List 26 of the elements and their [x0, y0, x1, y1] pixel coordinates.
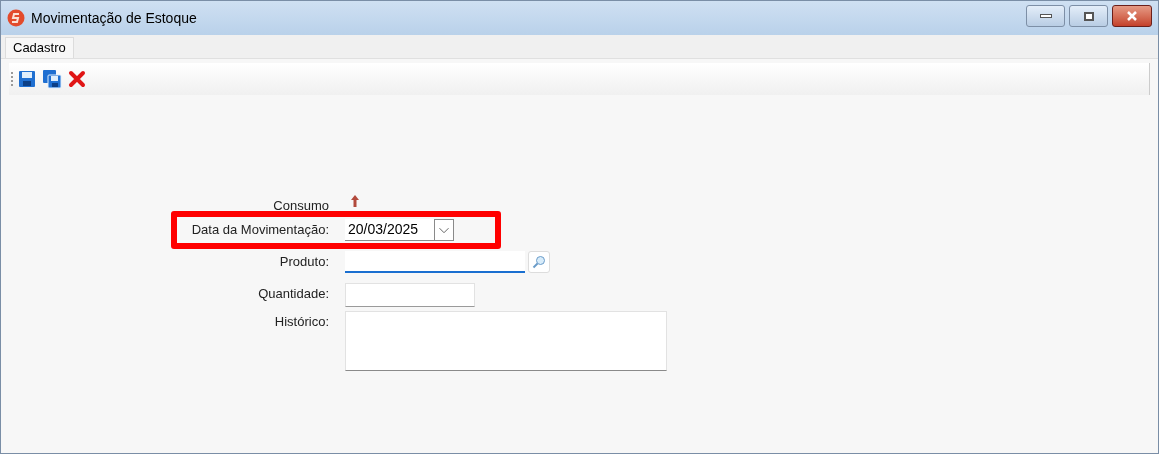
date-value: 20/03/2025 [347, 220, 419, 239]
field-label: Produto: [278, 253, 330, 271]
close-icon [1126, 11, 1138, 21]
quantity-field[interactable] [345, 283, 475, 307]
maximize-button[interactable] [1069, 5, 1108, 27]
field-label: Data da Movimentação: [190, 221, 330, 239]
dropdown-caret-icon[interactable] [434, 218, 454, 241]
delete-button[interactable] [66, 68, 88, 90]
field-label: Quantidade: [257, 285, 330, 303]
floppy-disks-icon [42, 69, 62, 89]
up-arrow-icon [351, 195, 359, 207]
save-button[interactable] [16, 68, 38, 90]
app-logo-icon [7, 9, 25, 27]
close-button[interactable] [1112, 5, 1152, 27]
tab[interactable]: Cadastro [5, 37, 74, 58]
history-field[interactable] [345, 311, 667, 371]
close-icon [68, 70, 86, 88]
search-icon [532, 255, 546, 269]
grip-icon [11, 71, 14, 87]
date-picker[interactable]: 20/03/2025 [345, 219, 454, 241]
field-label: Histórico: [273, 313, 330, 331]
window-title: Movimentação de Estoque [31, 8, 197, 28]
minimize-button[interactable] [1026, 5, 1065, 27]
product-field[interactable] [345, 251, 525, 273]
field-label: Consumo [272, 197, 330, 215]
save-all-button[interactable] [40, 67, 64, 91]
